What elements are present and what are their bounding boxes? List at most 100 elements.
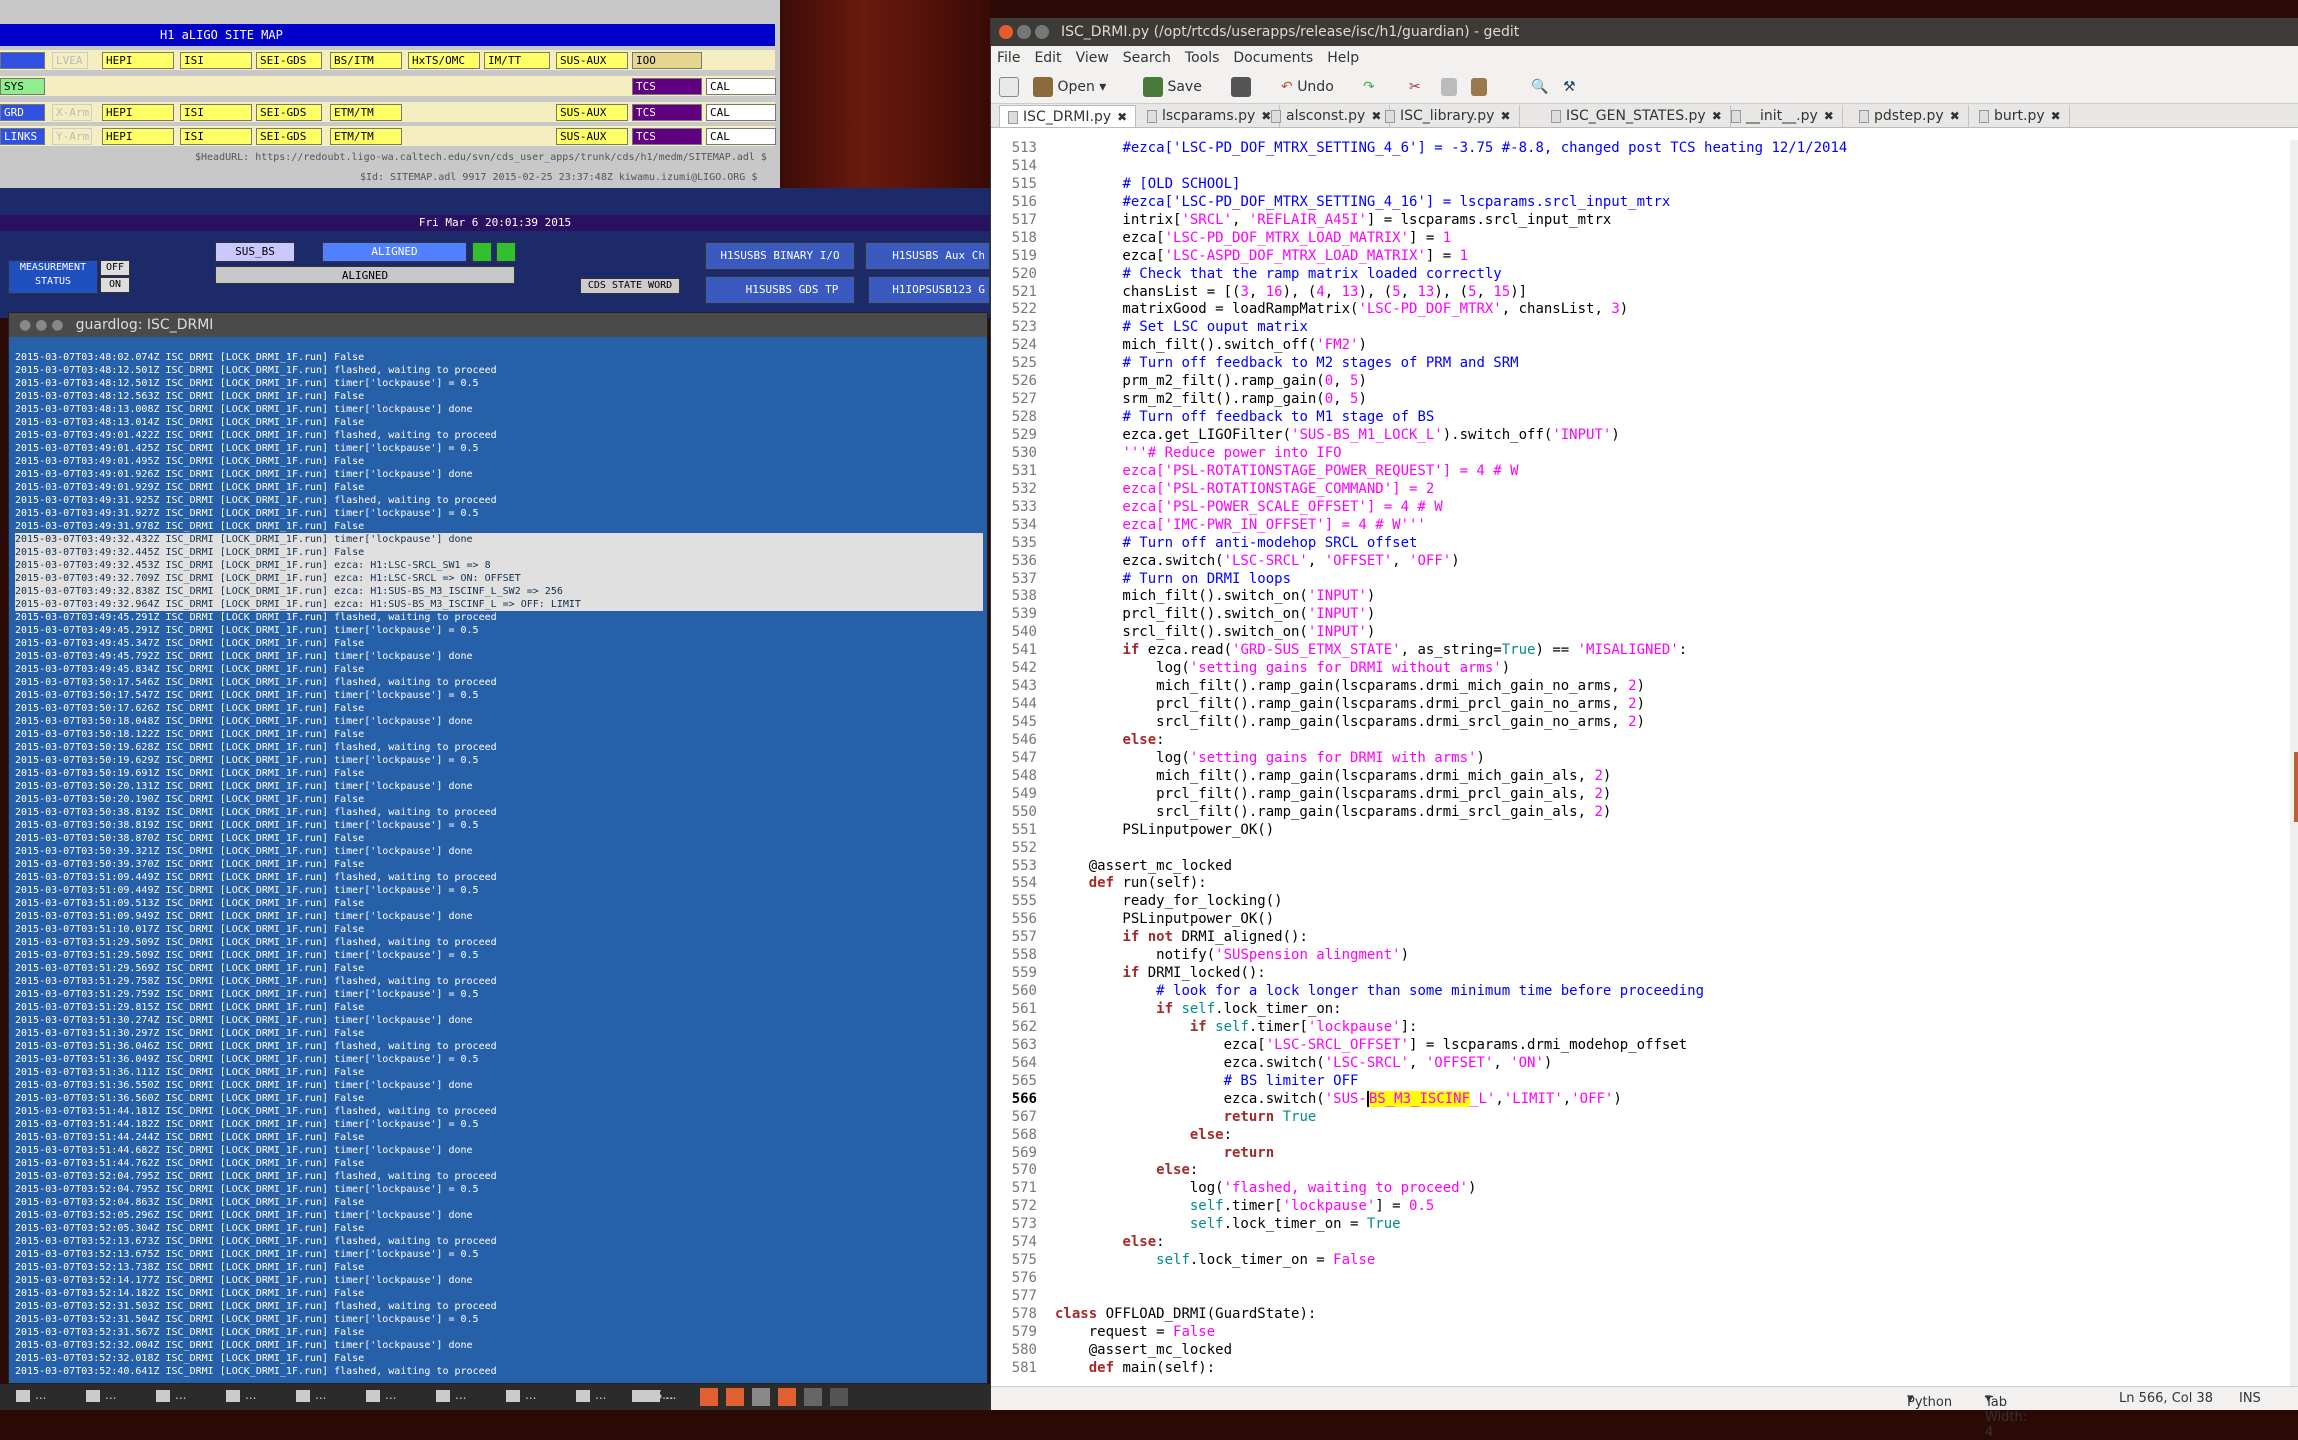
maximize-icon[interactable] bbox=[1035, 25, 1049, 39]
log-line: 2015-03-07T03:50:17.626Z ISC_DRMI [LOCK_… bbox=[15, 703, 365, 714]
site-map-cell[interactable]: SUS-AUX bbox=[556, 104, 628, 121]
tray-icon[interactable] bbox=[700, 1388, 718, 1406]
gds-tp-button[interactable]: H1SUSBS GDS TP bbox=[705, 276, 855, 304]
menu-tools[interactable]: Tools bbox=[1185, 50, 1220, 66]
tray-icon[interactable] bbox=[830, 1388, 848, 1406]
file-tab[interactable]: pdstep.py ✖ bbox=[1851, 105, 1969, 127]
copy-icon[interactable] bbox=[1441, 76, 1457, 98]
site-map-cell[interactable]: ISI bbox=[180, 128, 252, 145]
paste-icon[interactable] bbox=[1471, 76, 1487, 98]
file-tab[interactable]: alsconst.py ✖ bbox=[1263, 105, 1391, 127]
site-map-cell[interactable]: LINKS bbox=[0, 128, 45, 145]
menu-edit[interactable]: Edit bbox=[1034, 50, 1061, 66]
binary-io-button[interactable]: H1SUSBS BINARY I/O bbox=[705, 242, 855, 270]
close-tab-icon[interactable]: ✖ bbox=[2051, 109, 2061, 123]
tab-width-selector[interactable]: Tab Width: 4 ▾ bbox=[1985, 1391, 2027, 1440]
file-tab[interactable]: ISC_library.py ✖ bbox=[1377, 105, 1520, 127]
taskbar-item[interactable]: ... bbox=[86, 1388, 116, 1406]
code-text: srcl_filt().switch_on('INPUT') bbox=[1055, 624, 1376, 641]
close-tab-icon[interactable]: ✖ bbox=[1824, 109, 1834, 123]
site-map-cell[interactable]: CAL bbox=[706, 104, 776, 121]
site-map-cell[interactable] bbox=[0, 52, 45, 69]
taskbar-item[interactable]: ... bbox=[366, 1388, 396, 1406]
site-map-cell[interactable]: BS/ITM bbox=[330, 52, 402, 69]
code-editor[interactable]: 513 #ezca['LSC-PD_DOF_MTRX_SETTING_4_6']… bbox=[991, 140, 2291, 1402]
taskbar-item[interactable]: ... bbox=[506, 1388, 536, 1406]
site-map-cell[interactable]: SUS-AUX bbox=[556, 52, 628, 69]
site-map-cell[interactable]: SUS-AUX bbox=[556, 128, 628, 145]
search-icon[interactable]: 🔍 bbox=[1531, 76, 1548, 98]
tray-icon[interactable] bbox=[752, 1388, 770, 1406]
language-selector[interactable]: Python ▾ bbox=[1907, 1391, 1952, 1410]
site-map-cell[interactable]: IM/TT bbox=[484, 52, 550, 69]
close-tab-icon[interactable]: ✖ bbox=[1950, 109, 1960, 123]
site-map-cell[interactable]: ISI bbox=[180, 104, 252, 121]
sus-bs-label[interactable]: SUS_BS bbox=[215, 242, 295, 262]
close-tab-icon[interactable]: ✖ bbox=[1500, 109, 1510, 123]
replace-icon[interactable]: ⚒ bbox=[1563, 76, 1576, 98]
taskbar-item[interactable]: ... bbox=[296, 1388, 326, 1406]
tray-icon[interactable] bbox=[726, 1388, 744, 1406]
file-tab[interactable]: burt.py ✖ bbox=[1971, 105, 2070, 127]
save-button[interactable]: Save bbox=[1143, 76, 1202, 98]
print-icon[interactable] bbox=[1231, 76, 1251, 98]
close-tab-icon[interactable]: ✖ bbox=[1117, 110, 1127, 124]
site-map-cell[interactable]: Y-Arm bbox=[52, 128, 92, 145]
taskbar-item[interactable]: ... bbox=[436, 1388, 466, 1406]
menu-view[interactable]: View bbox=[1076, 50, 1109, 66]
tray-icon[interactable] bbox=[804, 1388, 822, 1406]
site-map-cell[interactable]: ETM/TM bbox=[330, 128, 402, 145]
aux-channels-button[interactable]: H1SUSBS Aux Ch bbox=[865, 242, 990, 270]
redo-icon[interactable]: ↷ bbox=[1363, 76, 1375, 98]
site-map-cell[interactable]: ETM/TM bbox=[330, 104, 402, 121]
site-map-cell[interactable]: TCS bbox=[632, 104, 702, 121]
close-tab-icon[interactable]: ✖ bbox=[1712, 109, 1722, 123]
new-document-icon[interactable] bbox=[999, 76, 1019, 98]
site-map-cell[interactable]: SEI-GDS bbox=[256, 104, 322, 121]
off-button[interactable]: OFF bbox=[100, 260, 130, 276]
code-text: log('flashed, waiting to proceed') bbox=[1055, 1180, 1477, 1197]
site-map-cell[interactable]: SEI-GDS bbox=[256, 128, 322, 145]
file-tab[interactable]: ISC_GEN_STATES.py ✖ bbox=[1543, 105, 1731, 127]
on-button[interactable]: ON bbox=[100, 277, 130, 293]
close-icon[interactable] bbox=[999, 25, 1013, 39]
site-map-cell[interactable]: CAL bbox=[706, 78, 776, 95]
site-map-cell[interactable]: HEPI bbox=[102, 104, 174, 121]
minimize-icon[interactable] bbox=[1017, 25, 1031, 39]
file-tab[interactable]: lscparams.py ✖ bbox=[1139, 105, 1281, 127]
scrollbar[interactable] bbox=[2290, 140, 2298, 1386]
undo-button[interactable]: ↶ Undo bbox=[1281, 76, 1334, 98]
taskbar-item[interactable]: ... bbox=[576, 1388, 606, 1406]
taskbar-item-active[interactable]: IS... bbox=[632, 1388, 674, 1406]
guardlog-text[interactable]: 2015-03-07T03:48:02.074Z ISC_DRMI [LOCK_… bbox=[9, 337, 987, 1377]
iop-sus-button[interactable]: H1IOPSUSB123 G bbox=[868, 276, 990, 304]
menu-help[interactable]: Help bbox=[1327, 50, 1359, 66]
tray-icon[interactable] bbox=[778, 1388, 796, 1406]
site-map-cell[interactable]: SEI-GDS bbox=[256, 52, 322, 69]
open-button[interactable]: Open ▾ bbox=[1033, 76, 1106, 98]
site-map-cell[interactable]: IOO bbox=[632, 52, 702, 69]
site-map-cell[interactable]: HxTS/OMC bbox=[408, 52, 480, 69]
site-map-cell[interactable]: SYS bbox=[0, 78, 45, 95]
window-controls-icon[interactable]: ●●● bbox=[19, 317, 68, 333]
taskbar-item[interactable]: ... bbox=[16, 1388, 46, 1406]
taskbar-item[interactable]: ... bbox=[156, 1388, 186, 1406]
site-map-cell[interactable]: ISI bbox=[180, 52, 252, 69]
site-map-cell[interactable]: CAL bbox=[706, 128, 776, 145]
scrollbar-thumb[interactable] bbox=[2294, 752, 2298, 822]
state-request-menu[interactable]: ALIGNED bbox=[215, 266, 515, 284]
file-tab[interactable]: ISC_DRMI.py ✖ bbox=[999, 105, 1137, 127]
menu-file[interactable]: File bbox=[997, 50, 1020, 66]
site-map-cell[interactable]: HEPI bbox=[102, 52, 174, 69]
site-map-cell[interactable]: X-Arm bbox=[52, 104, 92, 121]
file-tab[interactable]: __init__.py ✖ bbox=[1723, 105, 1843, 127]
site-map-cell[interactable]: TCS bbox=[632, 128, 702, 145]
menu-search[interactable]: Search bbox=[1123, 50, 1171, 66]
taskbar-item[interactable]: ... bbox=[226, 1388, 256, 1406]
cut-icon[interactable]: ✂ bbox=[1409, 76, 1421, 98]
menu-documents[interactable]: Documents bbox=[1233, 50, 1313, 66]
site-map-cell[interactable]: LVEA bbox=[52, 52, 88, 69]
site-map-cell[interactable]: HEPI bbox=[102, 128, 174, 145]
site-map-cell[interactable]: GRD bbox=[0, 104, 45, 121]
site-map-cell[interactable]: TCS bbox=[632, 78, 702, 95]
